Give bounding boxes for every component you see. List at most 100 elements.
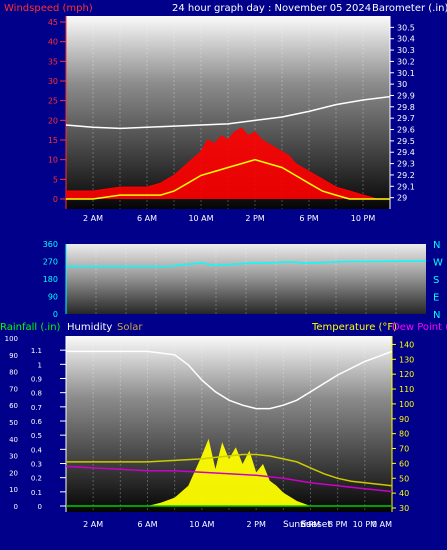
windspeed-axis: 45 40 35 30 25 20 15 10 5 0 bbox=[48, 16, 67, 209]
rainfall-tick-label: 0 bbox=[38, 503, 42, 511]
humidity-tick-label: 50 bbox=[9, 419, 18, 427]
temperature-axis-title: Temperature (°F) bbox=[311, 322, 397, 333]
barometer-tick-label: 30.2 bbox=[397, 57, 415, 66]
humidity-axis-title: Humidity bbox=[67, 322, 112, 333]
barometer-tick-label: 30.5 bbox=[397, 23, 415, 32]
rainfall-tick-label: 0.4 bbox=[31, 446, 43, 454]
windspeed-tick-label: 0 bbox=[53, 195, 58, 204]
humidity-tick-label: 90 bbox=[9, 352, 18, 360]
temperature-tick-label: 40 bbox=[399, 489, 409, 498]
rainfall-tick-label: 0.9 bbox=[31, 376, 42, 384]
rainfall-tick-label: 0.5 bbox=[31, 432, 42, 440]
temperature-axis: 140 130 120 110 100 90 80 70 60 50 40 30 bbox=[391, 336, 414, 513]
wind-time-tick-label: 2 PM bbox=[245, 214, 264, 223]
temperature-tick-label: 100 bbox=[399, 400, 414, 409]
barometer-tick-label: 29.2 bbox=[397, 171, 415, 180]
windspeed-tick-label: 15 bbox=[48, 136, 58, 145]
humidity-time-tick-label: 0 AM bbox=[372, 520, 392, 529]
humidity-tick-label: 30 bbox=[9, 453, 18, 461]
barometer-tick-label: 29.1 bbox=[397, 182, 415, 191]
rainfall-tick-label: 0.3 bbox=[31, 461, 42, 469]
temperature-tick-label: 70 bbox=[399, 445, 409, 454]
humidity-tick-label: 60 bbox=[9, 402, 18, 410]
humidity-time-tick-label: 2 AM bbox=[83, 520, 103, 529]
barometer-axis: 30.5 30.4 30.3 30.2 30.1 30 29.9 29.8 29.7 29.6 29… bbox=[389, 16, 415, 209]
temperature-tick-label: 140 bbox=[399, 340, 414, 349]
humidity-tick-label: 0 bbox=[14, 503, 18, 511]
barometer-tick-label: 29.5 bbox=[397, 137, 415, 146]
wind-time-tick-label: 6 PM bbox=[299, 214, 318, 223]
windspeed-tick-label: 30 bbox=[48, 77, 58, 86]
barometer-tick-label: 30.1 bbox=[397, 69, 415, 78]
compass-tick-label: W bbox=[433, 258, 443, 269]
humidity-tick-label: 100 bbox=[5, 335, 18, 343]
wind-time-tick-label: 10 AM bbox=[188, 214, 213, 223]
wind-time-tick-label: 2 AM bbox=[83, 214, 103, 223]
humidity-time-axis: 2 AM 6 AM 10 AM 2 PM 6 PM 8 PM 10 PM0 AM bbox=[83, 520, 392, 529]
windspeed-tick-label: 45 bbox=[48, 18, 58, 27]
temperature-tick-label: 110 bbox=[399, 385, 414, 394]
windspeed-tick-label: 35 bbox=[48, 57, 58, 66]
windspeed-tick-label: 40 bbox=[48, 38, 58, 47]
rainfall-tick-label: 0.8 bbox=[31, 390, 42, 398]
humidity-tick-label: 10 bbox=[9, 486, 18, 494]
chart-title: 24 hour graph day : November 05 2024 bbox=[172, 3, 371, 14]
barometer-tick-label: 30 bbox=[397, 80, 407, 89]
rainfall-tick-label: 0.7 bbox=[31, 404, 42, 412]
temperature-tick-label: 130 bbox=[399, 355, 414, 364]
humidity-time-tick-label: 6 AM bbox=[137, 520, 157, 529]
barometer-tick-label: 29.7 bbox=[397, 114, 415, 123]
humidity-time-tick-label: 10 AM bbox=[189, 520, 214, 529]
barometer-axis-title: Barometer (.in) bbox=[372, 3, 447, 14]
temperature-tick-label: 50 bbox=[399, 474, 409, 483]
humidity-tick-label: 80 bbox=[9, 369, 18, 377]
rainfall-tick-label: 0.1 bbox=[31, 489, 42, 497]
direction-plot-area bbox=[66, 244, 426, 314]
barometer-tick-label: 29 bbox=[397, 194, 407, 203]
barometer-tick-label: 29.8 bbox=[397, 103, 415, 112]
rainfall-tick-label: 0.2 bbox=[31, 475, 42, 483]
barometer-tick-label: 30.3 bbox=[397, 46, 415, 55]
rainfall-tick-label: 0.6 bbox=[31, 418, 43, 426]
temperature-tick-label: 90 bbox=[399, 415, 409, 424]
barometer-tick-label: 29.4 bbox=[397, 148, 415, 157]
compass-tick-label: E bbox=[433, 293, 439, 304]
direction-tick-label: 270 bbox=[43, 258, 58, 267]
windspeed-axis-title: Windspeed (mph) bbox=[4, 3, 93, 14]
direction-tick-label: 360 bbox=[43, 240, 58, 249]
rainfall-axis: 1.1 1 0.9 0.8 0.7 0.6 0.5 0.4 0.3 0.2 0.1 0 bbox=[31, 336, 67, 512]
windspeed-tick-label: 25 bbox=[48, 97, 58, 106]
barometer-tick-label: 30.4 bbox=[397, 35, 415, 44]
barometer-tick-label: 29.3 bbox=[397, 160, 415, 169]
wind-time-tick-label: 10 PM bbox=[351, 214, 376, 223]
sunset-label: Sunset bbox=[300, 520, 331, 530]
temperature-tick-label: 120 bbox=[399, 370, 414, 379]
humidity-time-tick-label: 8 PM bbox=[328, 520, 347, 529]
windspeed-tick-label: 20 bbox=[48, 116, 58, 125]
barometer-tick-label: 29.6 bbox=[397, 126, 415, 135]
windspeed-tick-label: 10 bbox=[48, 156, 58, 165]
rainfall-axis-title: Rainfall (.in) bbox=[0, 322, 61, 333]
rainfall-tick-label: 1.1 bbox=[31, 347, 42, 355]
humidity-tick-label: 40 bbox=[9, 436, 18, 444]
barometer-tick-label: 29.9 bbox=[397, 91, 415, 100]
direction-tick-label: 180 bbox=[43, 275, 58, 284]
dewpoint-axis-title: Dew Point ( bbox=[392, 322, 447, 333]
compass-tick-label: S bbox=[433, 275, 439, 286]
weather-chart: Windspeed (mph) 24 hour graph day : Nove… bbox=[0, 3, 447, 530]
temperature-tick-label: 80 bbox=[399, 430, 409, 439]
direction-degree-axis: 360 270 180 90 0 bbox=[43, 240, 67, 319]
temperature-tick-label: 30 bbox=[399, 504, 409, 513]
humidity-axis: 1009080706050403020100 bbox=[5, 335, 18, 511]
humidity-tick-label: 20 bbox=[9, 469, 18, 477]
wind-time-tick-label: 6 AM bbox=[137, 214, 157, 223]
humidity-tick-label: 70 bbox=[9, 385, 18, 393]
direction-compass-axis: NWSEN bbox=[433, 240, 443, 321]
direction-tick-label: 90 bbox=[48, 293, 58, 302]
wind-time-axis: 2 AM 6 AM 10 AM 2 PM 6 PM 10 PM bbox=[83, 214, 375, 223]
windspeed-tick-label: 5 bbox=[53, 175, 58, 184]
compass-tick-label: N bbox=[433, 310, 440, 321]
rainfall-tick-label: 1 bbox=[38, 361, 42, 369]
solar-axis-title: Solar bbox=[117, 322, 143, 333]
compass-tick-label: N bbox=[433, 240, 440, 251]
